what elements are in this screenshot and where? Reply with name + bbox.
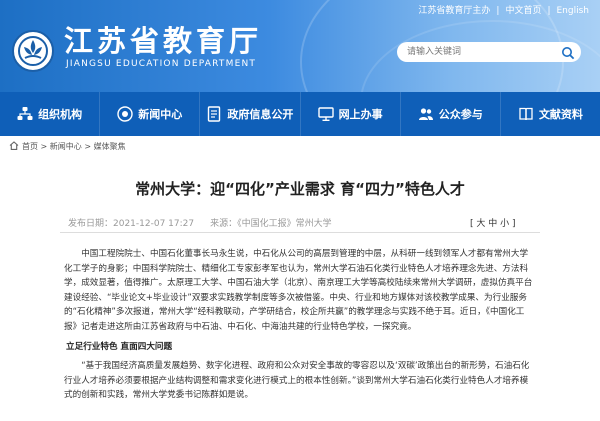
nav-item-documents[interactable]: 文献资料 <box>501 92 600 136</box>
english-link[interactable]: English <box>557 6 590 16</box>
chinese-home-link[interactable]: 中文首页 <box>505 6 541 16</box>
nav-label: 网上办事 <box>338 108 383 121</box>
nav-item-news[interactable]: 新闻中心 <box>100 92 201 136</box>
breadcrumb-separator: > <box>40 142 48 151</box>
article-title: 常州大学：迎“四化”产业需求 育“四力”特色人才 <box>135 180 465 198</box>
document-icon <box>208 106 221 122</box>
main-nav: 组织机构 新闻中心 政府信息公开 网上办事 公众参与 文献资料 <box>0 92 600 136</box>
title-divider <box>60 232 540 233</box>
breadcrumb-current[interactable]: 媒体聚焦 <box>94 142 126 151</box>
news-icon <box>117 106 133 122</box>
book-icon <box>519 107 533 121</box>
breadcrumb-trail: 首页 > 新闻中心 > 媒体聚焦 <box>22 141 126 152</box>
nav-item-organization[interactable]: 组织机构 <box>0 92 101 136</box>
breadcrumb-separator: > <box>84 142 92 151</box>
nav-label: 公众参与 <box>438 108 483 121</box>
org-icon <box>17 107 33 120</box>
site-subtitle: JIANGSU EDUCATION DEPARTMENT <box>66 59 257 69</box>
search-box <box>397 42 581 62</box>
site-logo[interactable] <box>12 30 54 72</box>
nav-item-online-service[interactable]: 网上办事 <box>301 92 401 136</box>
search-icon[interactable] <box>561 45 575 64</box>
publish-date: 发布日期：2021-12-07 17:27 <box>68 219 195 229</box>
people-icon <box>418 108 433 120</box>
article-paragraph: 中国工程院院士、中国石化董事长马永生说，中石化从公司的高层到管理的中层，从科研一… <box>64 249 533 332</box>
nav-label: 新闻中心 <box>138 108 183 121</box>
top-links: 江苏省教育厅主办 | 中文首页 | English <box>415 3 592 16</box>
nav-label: 文献资料 <box>538 108 583 121</box>
breadcrumb: 首页 > 新闻中心 > 媒体聚焦 <box>0 138 600 153</box>
site-title: 江苏省教育厅 <box>64 24 263 58</box>
site-header: 江苏省教育厅主办 | 中文首页 | English 江苏省教育厅 JIANGSU EDU… <box>0 0 600 92</box>
computer-icon <box>317 107 334 122</box>
article-paragraph: “基于我国经济高质量发展趋势、数字化进程、政府和公众对安全事故的零容忍以及‘双碳… <box>64 361 530 401</box>
nav-item-gov-info[interactable]: 政府信息公开 <box>200 92 301 136</box>
article-source: 来源：《中国化工报》常州大学 <box>210 219 332 229</box>
top-separator: | <box>547 6 551 16</box>
home-icon <box>9 141 19 152</box>
nav-item-public-participation[interactable]: 公众参与 <box>401 92 501 136</box>
font-size-switcher[interactable]: [ 大 中 小 ] <box>470 216 515 229</box>
article-body: 中国工程院院士、中国石化董事长马永生说，中石化从公司的高层到管理的中层，从科研一… <box>64 247 536 403</box>
article-subheading: 立足行业特色 直面四大问题 <box>66 341 173 352</box>
nav-label: 组织机构 <box>38 108 83 121</box>
nav-label: 政府信息公开 <box>227 108 294 121</box>
logo-emblem-icon <box>18 36 48 66</box>
breadcrumb-home[interactable]: 首页 <box>22 142 38 151</box>
breadcrumb-news[interactable]: 新闻中心 <box>50 142 82 151</box>
search-input[interactable] <box>407 45 547 59</box>
sponsor-link[interactable]: 江苏省教育厅主办 <box>418 6 490 16</box>
article-info: 发布日期：2021-12-07 17:27 来源：《中国化工报》常州大学 <box>68 216 348 229</box>
top-separator: | <box>496 6 500 16</box>
